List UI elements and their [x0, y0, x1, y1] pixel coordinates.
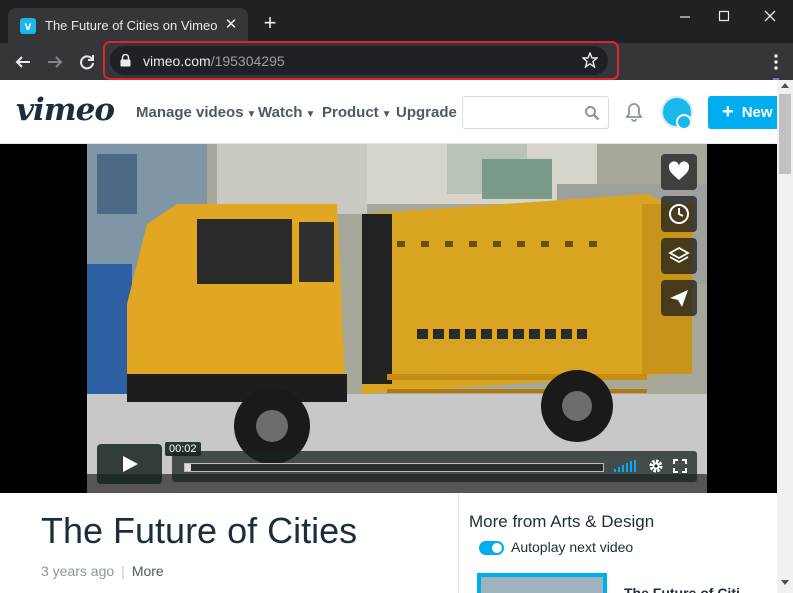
video-player-area: 00:02	[0, 144, 777, 493]
back-button[interactable]	[10, 49, 36, 75]
scrollbar-thumb[interactable]	[779, 94, 791, 174]
close-window-button[interactable]	[758, 6, 782, 26]
video-meta: 3 years ago | More	[41, 563, 164, 579]
watch-later-button[interactable]	[661, 196, 697, 232]
layers-icon	[668, 246, 690, 264]
meta-separator: |	[121, 563, 125, 579]
notification-bell-icon[interactable]	[625, 102, 643, 122]
vimeo-favicon-icon: v	[20, 18, 36, 34]
arrow-right-icon	[48, 56, 63, 68]
page-scrollbar[interactable]	[777, 80, 793, 593]
nav-label: Watch	[258, 104, 303, 121]
fullscreen-icon[interactable]	[673, 459, 687, 473]
nav-watch[interactable]: Watch ▼	[258, 104, 315, 121]
timecode: 00:02	[165, 442, 201, 456]
video-details: The Future of Cities 3 years ago | More Mo…	[0, 493, 777, 593]
upload-age: 3 years ago	[41, 563, 115, 579]
related-heading[interactable]: More from Arts & Design	[469, 512, 654, 532]
chevron-down-icon: ▼	[246, 109, 257, 120]
plus-icon: +	[722, 101, 734, 123]
nav-label: Manage videos	[136, 104, 244, 121]
vimeo-page: vimeo Manage videos ▼ Watch ▼ Product ▼ Upg…	[0, 80, 793, 593]
play-icon	[123, 456, 138, 472]
share-button[interactable]	[661, 280, 697, 316]
tab-close-icon[interactable]: ✕	[222, 16, 240, 34]
nav-manage-videos[interactable]: Manage videos ▼	[136, 104, 256, 121]
seek-bar-played	[185, 464, 192, 471]
play-button[interactable]	[97, 444, 162, 484]
search-icon[interactable]	[584, 105, 600, 121]
next-video-thumbnail[interactable]	[477, 573, 607, 593]
thumbnail-image	[481, 577, 603, 593]
vimeo-logo[interactable]: vimeo	[16, 92, 115, 128]
maximize-icon	[718, 10, 730, 22]
tab-title: The Future of Cities on Vimeo	[45, 18, 218, 33]
forward-button[interactable]	[42, 49, 68, 75]
chevron-down-icon: ▼	[305, 109, 316, 120]
nav-label: Upgrade	[396, 104, 457, 121]
next-video-title[interactable]: The Future of Citi	[624, 585, 740, 593]
video-frame-garbage-truck	[87, 144, 707, 493]
volume-icon[interactable]	[614, 460, 638, 472]
close-icon	[764, 10, 776, 22]
search-input[interactable]	[462, 96, 609, 129]
reload-icon	[80, 55, 94, 70]
maximize-button[interactable]	[712, 6, 736, 26]
clock-icon	[669, 204, 689, 224]
reload-button[interactable]	[74, 49, 100, 75]
minimize-button[interactable]	[673, 6, 697, 26]
add-to-collection-button[interactable]	[661, 238, 697, 274]
chevron-down-icon: ▼	[381, 109, 392, 120]
browser-titlebar: v The Future of Cities on Vimeo ✕ +	[0, 0, 793, 43]
video-info: The Future of Cities 3 years ago | More	[0, 493, 458, 593]
new-button-label: New	[741, 104, 773, 121]
arrow-left-icon	[15, 56, 30, 68]
site-header: vimeo Manage videos ▼ Watch ▼ Product ▼ Upg…	[0, 80, 780, 144]
related-videos: More from Arts & Design Autoplay next vi…	[459, 493, 777, 593]
minimize-icon	[680, 16, 690, 18]
heart-icon	[668, 161, 690, 180]
browser-menu-icon[interactable]	[773, 53, 779, 71]
scroll-up-arrow-icon[interactable]	[781, 83, 789, 88]
player-controls	[172, 451, 697, 482]
nav-product[interactable]: Product ▼	[322, 104, 392, 121]
avatar-badge-icon	[676, 114, 692, 130]
toggle-knob	[492, 543, 502, 553]
video-player[interactable]: 00:02	[87, 144, 707, 493]
like-button[interactable]	[661, 154, 697, 190]
browser-tab[interactable]: v The Future of Cities on Vimeo ✕	[8, 8, 248, 43]
settings-gear-icon[interactable]	[648, 458, 664, 474]
autoplay-label: Autoplay next video	[511, 539, 634, 555]
send-icon	[670, 290, 688, 307]
seek-bar[interactable]	[184, 463, 604, 472]
scroll-down-arrow-icon[interactable]	[781, 580, 789, 585]
address-bar-highlight	[103, 41, 619, 80]
player-sidebar	[661, 154, 697, 322]
new-button[interactable]: + New	[708, 96, 780, 129]
more-link[interactable]: More	[132, 563, 164, 579]
nav-label: Product	[322, 104, 379, 121]
nav-upgrade[interactable]: Upgrade	[396, 104, 457, 121]
autoplay-toggle[interactable]	[479, 541, 504, 555]
new-tab-button[interactable]: +	[260, 12, 280, 34]
video-title: The Future of Cities	[41, 510, 358, 551]
